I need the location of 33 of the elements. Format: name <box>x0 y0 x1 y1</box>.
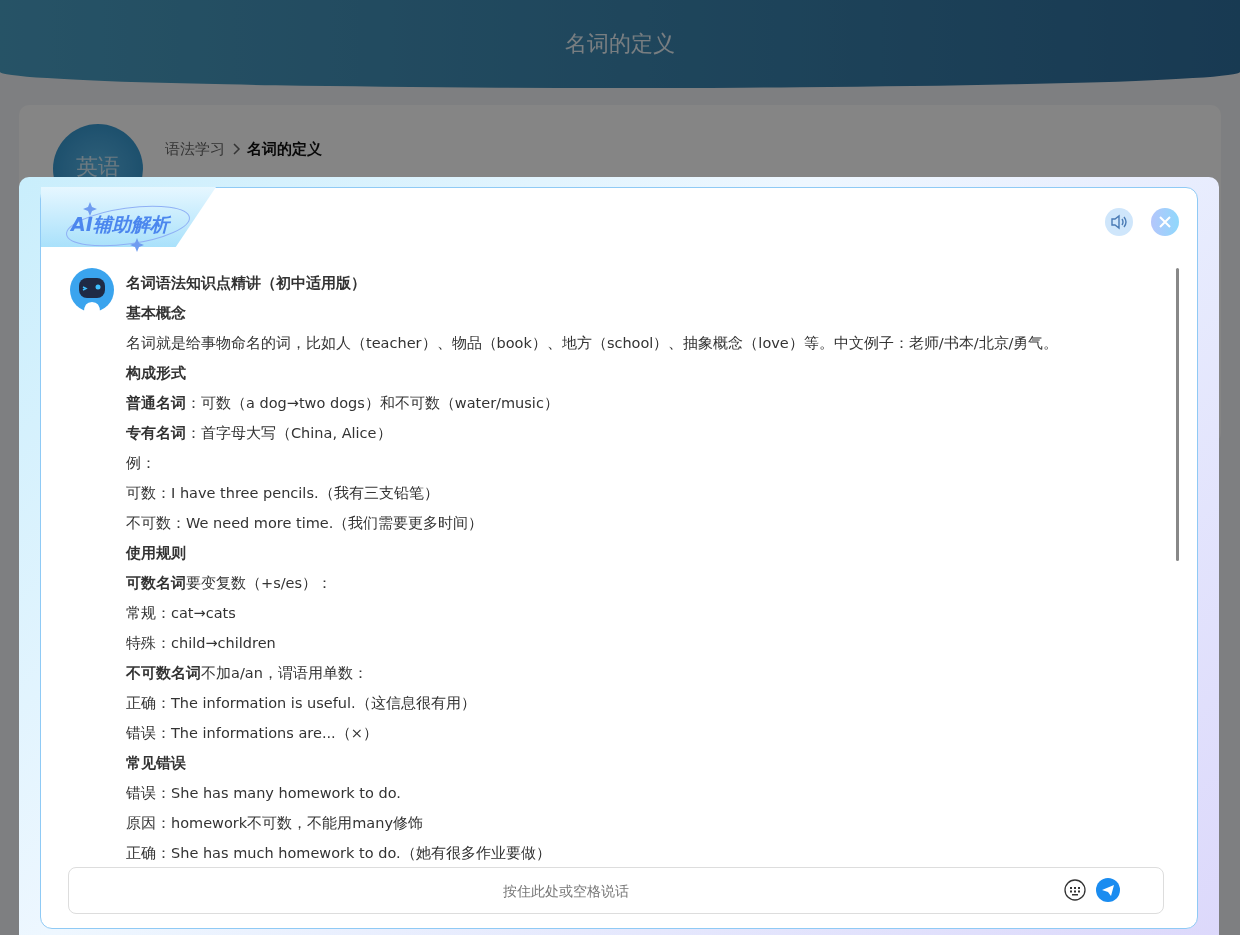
section-heading: 常见错误 <box>126 754 187 773</box>
text-line: 普通名词：可数（a dog→two dogs）和不可数（water/music） <box>126 394 560 413</box>
text-line: 不可数：We need more time.（我们需要更多时间） <box>126 514 485 533</box>
section-heading: 名词语法知识点精讲（初中适用版） <box>126 274 367 293</box>
text-line: 例： <box>126 454 157 473</box>
chevron-icon <box>231 143 241 155</box>
text-line: 错误：She has many homework to do. <box>126 784 402 803</box>
scrollbar[interactable] <box>1176 268 1179 561</box>
send-icon[interactable] <box>1096 878 1120 902</box>
text-line: 正确：She has much homework to do.（她有很多作业要做） <box>126 844 552 863</box>
keyboard-icon[interactable] <box>1064 879 1086 901</box>
section-heading: 基本概念 <box>126 304 187 323</box>
text-line: 不可数名词不加a/an，谓语用单数： <box>126 664 369 683</box>
breadcrumb-item[interactable]: 名词的定义 <box>247 139 322 159</box>
text-line: 常规：cat→cats <box>126 604 237 623</box>
close-icon <box>1158 215 1172 229</box>
section-heading: 使用规则 <box>126 544 187 563</box>
text-line: 正确：The information is useful.（这信息很有用） <box>126 694 477 713</box>
section-heading: 构成形式 <box>126 364 187 383</box>
text-line: 专有名词：首字母大写（China, Alice） <box>126 424 393 443</box>
text-line: 原因：homework不可数，不能用many修饰 <box>126 814 424 833</box>
speaker-icon <box>1110 213 1128 231</box>
text-line: 特殊：child→children <box>126 634 277 653</box>
text-line: 错误：The informations are...（×） <box>126 724 379 743</box>
robot-avatar-icon <box>70 268 114 312</box>
breadcrumb-item[interactable]: 语法学习 <box>165 139 225 159</box>
text-line: 可数：I have three pencils.（我有三支铅笔） <box>126 484 440 503</box>
text-line: 可数名词要变复数（+s/es）： <box>126 574 334 593</box>
speaker-button[interactable] <box>1105 208 1133 236</box>
voice-input-field[interactable]: 按住此处或空格说话 <box>68 867 1164 914</box>
text-line: 名词就是给事物命名的词，比如人（teacher）、物品（book）、地方（school）、抽象概念（love）等。中文例子：老师/书本/北京/勇气。 <box>126 334 1059 353</box>
page-title: 名词的定义 <box>565 30 675 58</box>
dialog-title: AI辅助解析 <box>71 212 169 237</box>
